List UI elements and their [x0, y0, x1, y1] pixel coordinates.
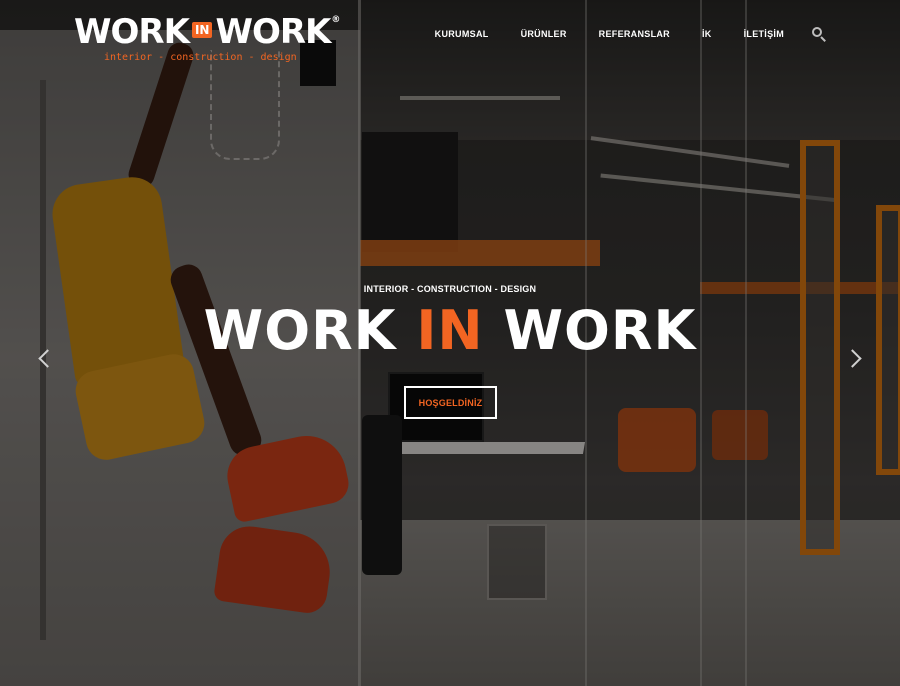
hero-subtitle: INTERIOR - CONSTRUCTION - DESIGN: [363, 284, 537, 294]
chevron-right-icon[interactable]: [844, 345, 866, 373]
hero-slider: WORK IN WORK ® interior - construction -…: [0, 0, 900, 686]
welcome-button[interactable]: HOŞGELDİNİZ: [404, 386, 497, 419]
site-logo[interactable]: WORK IN WORK ® interior - construction -…: [74, 13, 340, 69]
search-icon[interactable]: [812, 27, 826, 42]
chevron-left-icon[interactable]: [34, 345, 56, 373]
hero-title-left: WORK: [203, 299, 397, 362]
logo-tagline: interior - construction - design: [104, 52, 297, 63]
nav-item-ik[interactable]: İK: [702, 29, 712, 39]
logo-wordmark: WORK IN WORK ®: [74, 12, 340, 52]
nav-item-iletisim[interactable]: İLETİŞİM: [744, 29, 784, 39]
nav-item-kurumsal[interactable]: KURUMSAL: [435, 29, 489, 39]
logo-badge: IN: [191, 22, 213, 38]
registered-mark: ®: [331, 15, 340, 25]
nav-item-referanslar[interactable]: REFERANSLAR: [599, 29, 670, 39]
hero-title-accent: IN: [416, 299, 484, 362]
logo-right: WORK: [215, 12, 331, 52]
main-nav: KURUMSAL ÜRÜNLER REFERANSLAR İK İLETİŞİM: [435, 27, 826, 42]
logo-left: WORK: [74, 12, 190, 52]
hero-title: WORK IN WORK: [0, 298, 900, 364]
nav-item-urunler[interactable]: ÜRÜNLER: [521, 29, 567, 39]
hero-title-right: WORK: [503, 299, 697, 362]
